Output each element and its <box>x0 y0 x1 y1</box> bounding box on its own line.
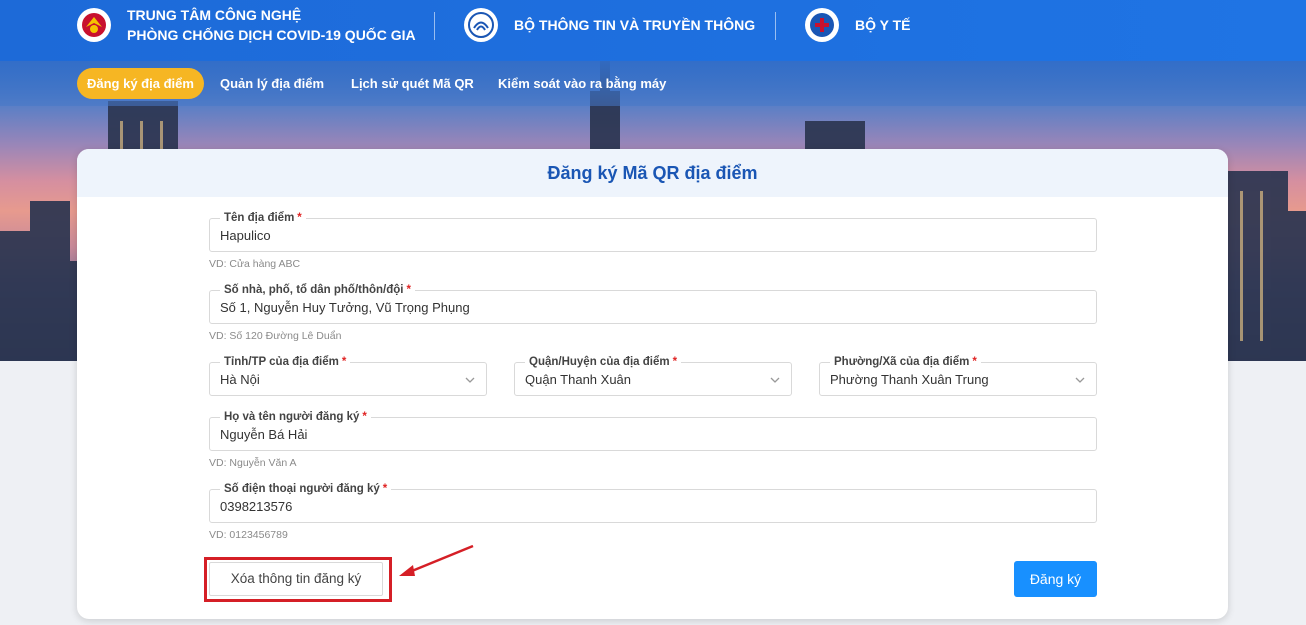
annotation-arrow-icon <box>399 544 474 576</box>
covid-center-logo-icon <box>77 8 111 42</box>
org-covid-center[interactable]: TRUNG TÂM CÔNG NGHỆ PHÒNG CHỐNG DỊCH COV… <box>77 5 416 45</box>
province-value: Hà Nội <box>220 372 260 387</box>
registrant-name-value: Nguyễn Bá Hải <box>220 427 308 442</box>
location-name-value: Hapulico <box>220 228 271 243</box>
chevron-down-icon <box>770 377 780 383</box>
location-name-hint: VD: Cửa hàng ABC <box>209 258 301 270</box>
nav-item-register-location[interactable]: Đăng ký địa điểm <box>77 68 204 99</box>
org-ministry-ic[interactable]: BỘ THÔNG TIN VÀ TRUYỀN THÔNG <box>464 8 755 42</box>
registrant-name-field[interactable]: Họ và tên người đăng ký * Nguyễn Bá Hải <box>209 409 1097 451</box>
address-field[interactable]: Số nhà, phố, tổ dân phố/thôn/đội * Số 1, … <box>209 282 1097 324</box>
phone-field[interactable]: Số điện thoại người đăng ký * 0398213576 <box>209 481 1097 523</box>
clear-registration-button[interactable]: Xóa thông tin đăng ký <box>209 562 383 596</box>
org1-line2: PHÒNG CHỐNG DỊCH COVID-19 QUỐC GIA <box>127 27 416 43</box>
org-ministry-health[interactable]: BỘ Y TẾ <box>805 8 911 42</box>
nav-item-machine-access-control[interactable]: Kiểm soát vào ra bằng máy <box>488 68 676 99</box>
province-select[interactable]: Tỉnh/TP của địa điểm * Hà Nội <box>209 354 487 396</box>
phone-hint: VD: 0123456789 <box>209 529 288 541</box>
org2-name: BỘ THÔNG TIN VÀ TRUYỀN THÔNG <box>514 17 756 33</box>
org1-line1: TRUNG TÂM CÔNG NGHỆ <box>127 7 302 23</box>
submit-register-button[interactable]: Đăng ký <box>1014 561 1097 597</box>
district-value: Quận Thanh Xuân <box>525 372 632 387</box>
location-name-field[interactable]: Tên địa điểm * Hapulico <box>209 210 1097 252</box>
top-header: TRUNG TÂM CÔNG NGHỆ PHÒNG CHỐNG DỊCH COV… <box>0 0 1306 61</box>
header-divider <box>775 12 776 40</box>
nav-item-qr-history[interactable]: Lịch sử quét Mã QR <box>341 68 484 99</box>
registrant-name-hint: VD: Nguyễn Văn A <box>209 457 297 469</box>
chevron-down-icon <box>1075 377 1085 383</box>
ministry-ic-logo-icon <box>464 8 498 42</box>
nav-item-manage-location[interactable]: Quản lý địa điểm <box>210 68 334 99</box>
phone-value: 0398213576 <box>220 499 293 514</box>
header-divider <box>434 12 435 40</box>
registration-card: Đăng ký Mã QR địa điểm Tên địa điểm * Hap… <box>77 149 1228 619</box>
main-nav: Đăng ký địa điểm Quản lý địa điểm Lịch s… <box>0 61 1306 106</box>
address-hint: VD: Số 120 Đường Lê Duẩn <box>209 330 342 342</box>
chevron-down-icon <box>465 377 475 383</box>
form-title: Đăng ký Mã QR địa điểm <box>77 149 1228 197</box>
ward-value: Phường Thanh Xuân Trung <box>830 372 989 387</box>
org3-name: BỘ Y TẾ <box>855 17 911 33</box>
district-select[interactable]: Quận/Huyện của địa điểm * Quận Thanh Xuân <box>514 354 792 396</box>
ward-select[interactable]: Phường/Xã của địa điểm * Phường Thanh Xuâ… <box>819 354 1097 396</box>
address-value: Số 1, Nguyễn Huy Tưởng, Vũ Trọng Phụng <box>220 300 470 315</box>
ministry-health-logo-icon <box>805 8 839 42</box>
